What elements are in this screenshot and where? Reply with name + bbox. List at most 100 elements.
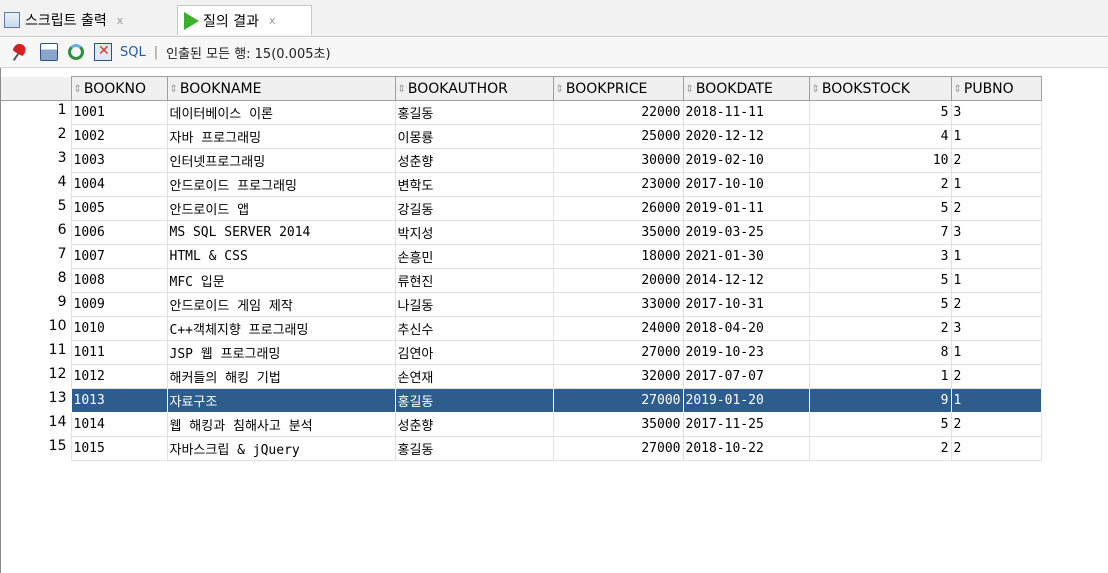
row-number[interactable]: 11 <box>1 341 71 365</box>
sort-icon[interactable]: ⇕ <box>398 84 406 95</box>
cell-bookname[interactable]: C++객체지향 프로그래밍 <box>166 316 396 341</box>
cell-bookauthor[interactable]: 홍길동 <box>394 388 554 413</box>
cell-bookno[interactable]: 1007 <box>70 244 168 269</box>
cell-bookno[interactable]: 1012 <box>70 364 168 389</box>
cell-bookdate[interactable]: 2019-02-10 <box>682 148 810 173</box>
table-row[interactable]: 5 1005 안드로이드 앱 강길동 26000 2019-01-11 5 2 <box>1 196 1042 221</box>
cell-bookno[interactable]: 1010 <box>70 316 168 341</box>
cell-bookauthor[interactable]: 이몽룡 <box>394 124 554 149</box>
cell-bookname[interactable]: 데이터베이스 이론 <box>166 100 396 125</box>
cell-bookdate[interactable]: 2017-11-25 <box>682 412 810 437</box>
cell-bookno[interactable]: 1005 <box>70 196 168 221</box>
cell-pubno[interactable]: 1 <box>950 124 1042 149</box>
cell-bookdate[interactable]: 2017-10-10 <box>682 172 810 197</box>
cell-pubno[interactable]: 3 <box>950 100 1042 125</box>
table-row[interactable]: 8 1008 MFC 입문 류현진 20000 2014-12-12 5 1 <box>1 268 1042 293</box>
cell-bookno[interactable]: 1004 <box>70 172 168 197</box>
cell-pubno[interactable]: 1 <box>950 340 1042 365</box>
cell-bookprice[interactable]: 27000 <box>552 436 684 461</box>
cell-bookstock[interactable]: 2 <box>808 436 952 461</box>
table-row[interactable]: 6 1006 MS SQL SERVER 2014 박지성 35000 2019-03-2… <box>1 220 1042 245</box>
cell-pubno[interactable]: 3 <box>950 220 1042 245</box>
cell-bookauthor[interactable]: 강길동 <box>394 196 554 221</box>
cell-bookname[interactable]: 인터넷프로그래밍 <box>166 148 396 173</box>
row-number[interactable]: 2 <box>1 125 71 149</box>
table-row[interactable]: 3 1003 인터넷프로그래밍 성춘향 30000 2019-02-10 10 2 <box>1 148 1042 173</box>
close-icon[interactable]: x <box>117 14 124 27</box>
tab-query-result[interactable]: 질의 결과 x <box>177 5 312 35</box>
cell-bookname[interactable]: 안드로이드 게임 제작 <box>166 292 396 317</box>
cell-bookname[interactable]: 자바스크립 & jQuery <box>166 436 396 461</box>
row-number[interactable]: 14 <box>1 413 71 437</box>
row-number[interactable]: 10 <box>1 317 71 341</box>
table-row[interactable]: 2 1002 자바 프로그래밍 이몽룡 25000 2020-12-12 4 1 <box>1 124 1042 149</box>
cell-pubno[interactable]: 2 <box>950 436 1042 461</box>
cell-bookauthor[interactable]: 성춘향 <box>394 412 554 437</box>
cell-pubno[interactable]: 2 <box>950 196 1042 221</box>
cell-bookname[interactable]: 해커들의 해킹 기법 <box>166 364 396 389</box>
cell-bookdate[interactable]: 2021-01-30 <box>682 244 810 269</box>
cell-bookauthor[interactable]: 류현진 <box>394 268 554 293</box>
table-row[interactable]: 1 1001 데이터베이스 이론 홍길동 22000 2018-11-11 5 3 <box>1 100 1042 125</box>
cell-bookprice[interactable]: 25000 <box>552 124 684 149</box>
sort-icon[interactable]: ⇕ <box>686 84 694 95</box>
export-icon[interactable] <box>94 43 112 61</box>
cell-bookprice[interactable]: 24000 <box>552 316 684 341</box>
column-header-bookauthor[interactable]: ⇕ BOOKAUTHOR <box>394 76 554 101</box>
cell-bookprice[interactable]: 30000 <box>552 148 684 173</box>
cell-bookno[interactable]: 1011 <box>70 340 168 365</box>
cell-bookauthor[interactable]: 홍길동 <box>394 436 554 461</box>
cell-pubno[interactable]: 2 <box>950 148 1042 173</box>
cell-bookprice[interactable]: 23000 <box>552 172 684 197</box>
cell-bookauthor[interactable]: 나길동 <box>394 292 554 317</box>
row-number[interactable]: 7 <box>1 245 71 269</box>
cell-bookdate[interactable]: 2019-01-20 <box>682 388 810 413</box>
table-row[interactable]: 4 1004 안드로이드 프로그래밍 변학도 23000 2017-10-10 2 1 <box>1 172 1042 197</box>
table-row[interactable]: 15 1015 자바스크립 & jQuery 홍길동 27000 2018-10-22 2 2 <box>1 436 1042 461</box>
cell-bookauthor[interactable]: 박지성 <box>394 220 554 245</box>
row-number[interactable]: 12 <box>1 365 71 389</box>
cell-bookauthor[interactable]: 홍길동 <box>394 100 554 125</box>
cell-bookname[interactable]: JSP 웹 프로그래밍 <box>166 340 396 365</box>
cell-bookname[interactable]: 자료구조 <box>166 388 396 413</box>
cell-pubno[interactable]: 2 <box>950 292 1042 317</box>
cell-bookauthor[interactable]: 손연재 <box>394 364 554 389</box>
table-row[interactable]: 14 1014 웹 해킹과 침해사고 분석 성춘향 35000 2017-11-25 5 2 <box>1 412 1042 437</box>
table-row[interactable]: 12 1012 해커들의 해킹 기법 손연재 32000 2017-07-07 1 2 <box>1 364 1042 389</box>
cell-bookdate[interactable]: 2018-04-20 <box>682 316 810 341</box>
row-number[interactable]: 1 <box>1 101 71 125</box>
cell-bookstock[interactable]: 9 <box>808 388 952 413</box>
cell-bookname[interactable]: 안드로이드 앱 <box>166 196 396 221</box>
cell-bookstock[interactable]: 4 <box>808 124 952 149</box>
cell-bookno[interactable]: 1008 <box>70 268 168 293</box>
cell-bookprice[interactable]: 32000 <box>552 364 684 389</box>
cell-pubno[interactable]: 1 <box>950 172 1042 197</box>
cell-bookno[interactable]: 1009 <box>70 292 168 317</box>
sort-icon[interactable]: ⇕ <box>556 84 564 95</box>
cell-bookname[interactable]: 자바 프로그래밍 <box>166 124 396 149</box>
cell-pubno[interactable]: 2 <box>950 412 1042 437</box>
tab-script-output[interactable]: 스크립트 출력 x <box>0 6 172 34</box>
cell-bookname[interactable]: 안드로이드 프로그래밍 <box>166 172 396 197</box>
cell-bookname[interactable]: MS SQL SERVER 2014 <box>166 220 396 245</box>
row-number[interactable]: 4 <box>1 173 71 197</box>
table-row[interactable]: 7 1007 HTML & CSS 손흥민 18000 2021-01-30 3 1 <box>1 244 1042 269</box>
sql-button[interactable]: SQL <box>120 45 146 60</box>
cell-bookstock[interactable]: 2 <box>808 172 952 197</box>
cell-bookstock[interactable]: 5 <box>808 292 952 317</box>
table-row[interactable]: 9 1009 안드로이드 게임 제작 나길동 33000 2017-10-31 5 2 <box>1 292 1042 317</box>
close-icon[interactable]: x <box>269 14 276 27</box>
column-header-bookstock[interactable]: ⇕ BOOKSTOCK <box>808 76 952 101</box>
pin-icon[interactable] <box>12 43 30 61</box>
cell-bookno[interactable]: 1014 <box>70 412 168 437</box>
row-number[interactable]: 15 <box>1 437 71 461</box>
sort-icon[interactable]: ⇕ <box>812 84 820 95</box>
table-row[interactable]: 11 1011 JSP 웹 프로그래밍 김연아 27000 2019-10-23 8 1 <box>1 340 1042 365</box>
cell-bookstock[interactable]: 3 <box>808 244 952 269</box>
cell-bookno[interactable]: 1001 <box>70 100 168 125</box>
column-header-bookname[interactable]: ⇕ BOOKNAME <box>166 76 396 101</box>
cell-bookno[interactable]: 1013 <box>70 388 168 413</box>
cell-bookprice[interactable]: 26000 <box>552 196 684 221</box>
cell-bookdate[interactable]: 2019-03-25 <box>682 220 810 245</box>
row-number[interactable]: 8 <box>1 269 71 293</box>
